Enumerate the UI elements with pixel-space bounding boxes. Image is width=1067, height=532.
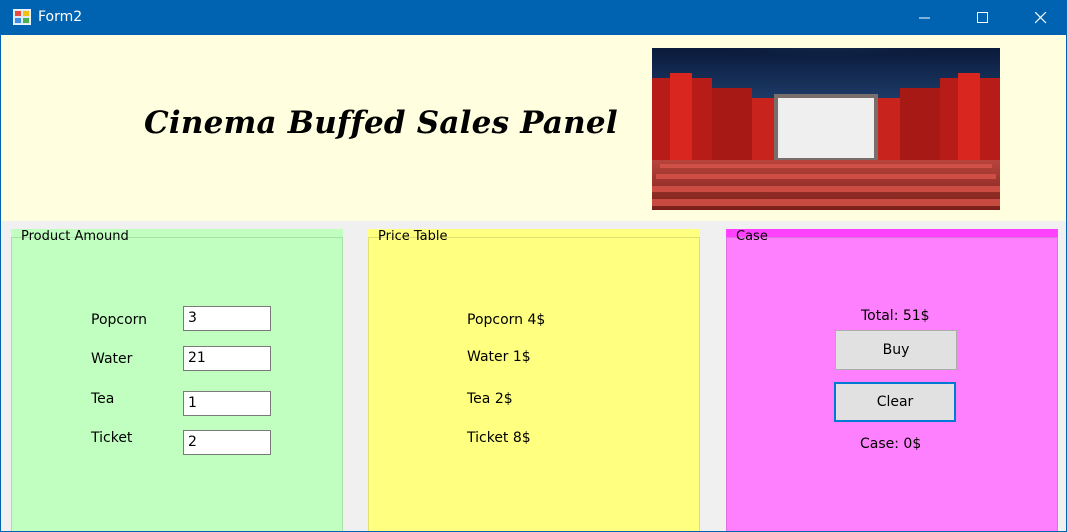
cinema-hall-image [652,48,1000,210]
popcorn-amount-field[interactable]: 3 [183,306,271,331]
minimize-icon [919,17,930,19]
group-title: Case [736,229,768,244]
tea-label: Tea [91,391,115,407]
tea-price-label: Tea 2$ [467,391,513,407]
buy-button[interactable]: Buy [835,330,957,370]
ticket-amount-field[interactable]: 2 [183,430,271,455]
form2-window: Form2 Cinema Buffed Sales Panel Product … [0,0,1067,532]
ticket-price-label: Ticket 8$ [467,430,531,446]
ticket-label: Ticket [91,430,133,446]
case-group: Case Total: 51$ Buy Clear Case: 0$ [726,229,1058,531]
minimize-button[interactable] [899,1,951,35]
group-frame [11,237,343,531]
title-bar[interactable]: Form2 [1,1,1066,35]
page-title: Cinema Buffed Sales Panel [144,105,618,141]
clear-button[interactable]: Clear [834,382,956,422]
tea-amount-field[interactable]: 1 [183,391,271,416]
price-table-group: Price Table Popcorn 4$ Water 1$ Tea 2$ T… [368,229,700,531]
popcorn-label: Popcorn [91,312,148,328]
water-amount-field[interactable]: 21 [183,346,271,371]
close-icon [1035,12,1047,24]
window-title: Form2 [38,9,83,25]
maximize-icon [977,12,988,23]
popcorn-price-label: Popcorn 4$ [467,312,546,328]
header-panel: Cinema Buffed Sales Panel [1,35,1066,221]
app-icon [13,9,31,25]
maximize-button[interactable] [957,1,1009,35]
group-accent-bar [726,229,1058,237]
group-frame [368,237,700,531]
close-button[interactable] [1015,1,1066,35]
total-label: Total: 51$ [861,308,930,324]
case-label: Case: 0$ [860,436,922,452]
product-amount-group: Product Amound Popcorn 3 Water 21 Tea 1 … [11,229,343,531]
group-title: Product Amound [21,229,129,244]
water-label: Water [91,351,133,367]
group-title: Price Table [378,229,448,244]
water-price-label: Water 1$ [467,349,531,365]
